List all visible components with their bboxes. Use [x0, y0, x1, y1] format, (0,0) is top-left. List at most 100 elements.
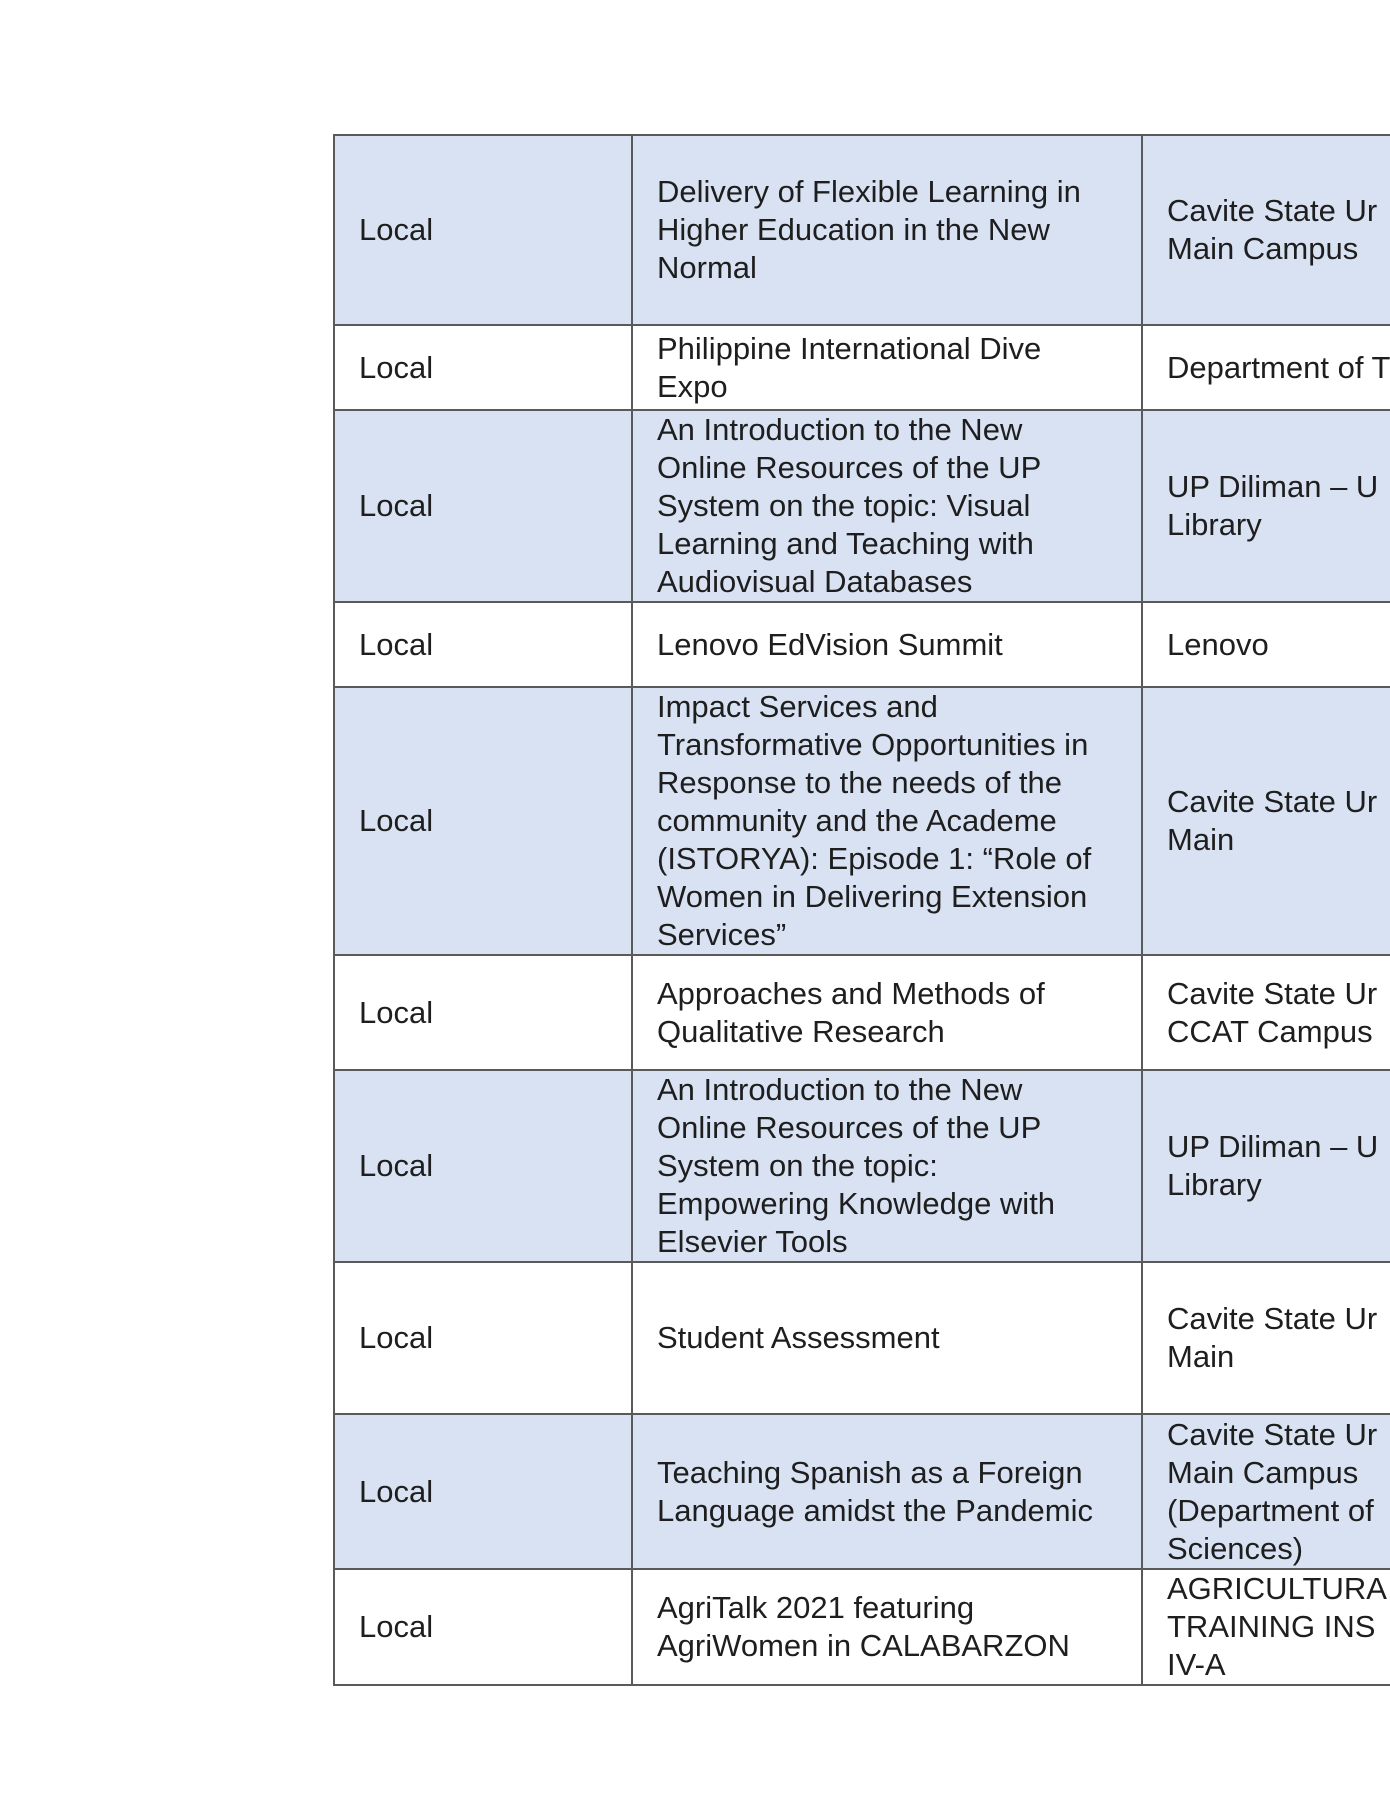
title-cell: Philippine International Dive Expo	[631, 324, 1143, 411]
organizer-line: Cavite State Ur	[1167, 975, 1378, 1011]
level-cell: Local	[333, 686, 633, 956]
level-cell: Local	[333, 1413, 633, 1570]
title-cell: Student Assessment	[631, 1261, 1143, 1415]
title-line: An Introduction to the New	[657, 1072, 1023, 1107]
title-line: Language amidst the Pandemic	[657, 1492, 1094, 1528]
level-cell: Local	[333, 1568, 633, 1686]
organizer-line: TRAINING INS	[1167, 1609, 1376, 1644]
title-line: Delivery of Flexible Learning in	[657, 174, 1081, 209]
organizer-line: Cavite State Ur	[1167, 1301, 1378, 1336]
organizer-cell: Department of T	[1141, 324, 1390, 411]
title-line: Lenovo EdVision Summit	[657, 626, 1003, 662]
title-line: Elsevier Tools	[657, 1224, 848, 1259]
title-line: Expo	[657, 368, 728, 404]
level-text: Local	[359, 349, 434, 385]
title-line: Online Resources of the UP	[657, 1110, 1042, 1145]
organizer-line: AGRICULTURA	[1167, 1571, 1387, 1606]
title-cell: Delivery of Flexible Learning in Higher E…	[631, 134, 1143, 326]
level-cell: Local	[333, 601, 633, 688]
title-cell: Lenovo EdVision Summit	[631, 601, 1143, 688]
organizer-cell: Cavite State Ur Main	[1141, 686, 1390, 956]
title-cell: Teaching Spanish as a Foreign Language am…	[631, 1413, 1143, 1570]
organizer-cell: Cavite State Ur Main Campus (Department of…	[1141, 1413, 1390, 1570]
organizer-cell: Cavite State Ur CCAT Campus	[1141, 954, 1390, 1071]
organizer-cell: Cavite State Ur Main	[1141, 1261, 1390, 1415]
organizer-line: Main	[1167, 822, 1235, 857]
organizer-line: Lenovo	[1167, 626, 1269, 662]
table-row: Local AgriTalk 2021 featuring AgriWomen in…	[333, 1568, 1390, 1686]
title-line: Women in Delivering Extension	[657, 879, 1088, 914]
organizer-line: Main Campus	[1167, 1454, 1359, 1490]
title-line: Response to the needs of the	[657, 765, 1063, 800]
title-line: (ISTORYA): Episode 1: “Role of	[657, 841, 1092, 876]
organizer-line: Main	[1167, 1339, 1235, 1374]
title-line: An Introduction to the New	[657, 412, 1023, 447]
title-line: Normal	[657, 250, 757, 285]
level-cell: Local	[333, 1069, 633, 1263]
level-cell: Local	[333, 409, 633, 603]
organizer-line: (Department of	[1167, 1492, 1374, 1528]
organizer-line: Cavite State Ur	[1167, 1416, 1378, 1452]
title-cell: Impact Services and Transformative Opport…	[631, 686, 1143, 956]
title-line: Impact Services and	[657, 689, 938, 724]
organizer-line: Library	[1167, 1167, 1262, 1202]
level-text: Local	[359, 626, 434, 662]
table-row: Local Approaches and Methods of Qualitativ…	[333, 954, 1390, 1071]
table-row: Local Impact Services and Transformative O…	[333, 686, 1390, 956]
table-row: Local Student Assessment Cavite State Ur Ma…	[333, 1261, 1390, 1415]
organizer-line: UP Diliman – U	[1167, 1129, 1379, 1164]
title-line: Higher Education in the New	[657, 212, 1050, 247]
level-text: Local	[359, 212, 434, 247]
level-cell: Local	[333, 134, 633, 326]
table-row: Local Delivery of Flexible Learning in Hig…	[333, 134, 1390, 326]
level-text: Local	[359, 994, 434, 1030]
title-line: Learning and Teaching with	[657, 526, 1034, 561]
level-text: Local	[359, 1320, 434, 1355]
organizer-cell: Cavite State Ur Main Campus	[1141, 134, 1390, 326]
training-table: Local Delivery of Flexible Learning in Hig…	[333, 134, 1390, 1686]
title-line: Student Assessment	[657, 1320, 940, 1355]
title-line: Teaching Spanish as a Foreign	[657, 1454, 1083, 1490]
organizer-line: Cavite State Ur	[1167, 193, 1378, 228]
title-line: Qualitative Research	[657, 1013, 945, 1049]
title-line: Online Resources of the UP	[657, 450, 1042, 485]
title-cell: An Introduction to the New Online Resourc…	[631, 1069, 1143, 1263]
title-cell: AgriTalk 2021 featuring AgriWomen in CALA…	[631, 1568, 1143, 1686]
organizer-line: Department of T	[1167, 349, 1390, 385]
table-row: Local An Introduction to the New Online Re…	[333, 409, 1390, 603]
table-row: Local Lenovo EdVision Summit Lenovo	[333, 601, 1390, 688]
level-text: Local	[359, 1148, 434, 1183]
title-line: System on the topic: Visual	[657, 488, 1031, 523]
title-line: Approaches and Methods of	[657, 975, 1045, 1011]
title-line: Services”	[657, 917, 787, 952]
organizer-line: Main Campus	[1167, 231, 1359, 266]
title-line: Philippine International Dive	[657, 330, 1042, 366]
organizer-line: Cavite State Ur	[1167, 784, 1378, 819]
organizer-cell: UP Diliman – U Library	[1141, 409, 1390, 603]
level-text: Local	[359, 488, 434, 523]
table-row: Local Philippine International Dive Expo De…	[333, 324, 1390, 411]
title-line: AgriTalk 2021 featuring	[657, 1590, 975, 1625]
organizer-line: UP Diliman – U	[1167, 469, 1379, 504]
organizer-line: IV-A	[1167, 1647, 1226, 1682]
table-body: Local Delivery of Flexible Learning in Hig…	[333, 134, 1390, 1686]
level-text: Local	[359, 1473, 434, 1509]
title-line: Transformative Opportunities in	[657, 727, 1089, 762]
organizer-line: Sciences)	[1167, 1530, 1304, 1566]
organizer-cell: AGRICULTURA TRAINING INS IV-A	[1141, 1568, 1390, 1686]
level-text: Local	[359, 803, 434, 838]
title-line: community and the Academe	[657, 803, 1057, 838]
title-line: AgriWomen in CALABARZON	[657, 1628, 1070, 1663]
level-text: Local	[359, 1609, 434, 1644]
title-line: Empowering Knowledge with	[657, 1186, 1056, 1221]
table-row: Local Teaching Spanish as a Foreign Langua…	[333, 1413, 1390, 1570]
level-cell: Local	[333, 1261, 633, 1415]
organizer-line: Library	[1167, 507, 1262, 542]
title-cell: Approaches and Methods of Qualitative Res…	[631, 954, 1143, 1071]
organizer-cell: UP Diliman – U Library	[1141, 1069, 1390, 1263]
organizer-line: CCAT Campus	[1167, 1013, 1373, 1049]
document-page: Local Delivery of Flexible Learning in Hig…	[0, 0, 1390, 1800]
title-line: Audiovisual Databases	[657, 564, 973, 599]
title-cell: An Introduction to the New Online Resourc…	[631, 409, 1143, 603]
organizer-cell: Lenovo	[1141, 601, 1390, 688]
